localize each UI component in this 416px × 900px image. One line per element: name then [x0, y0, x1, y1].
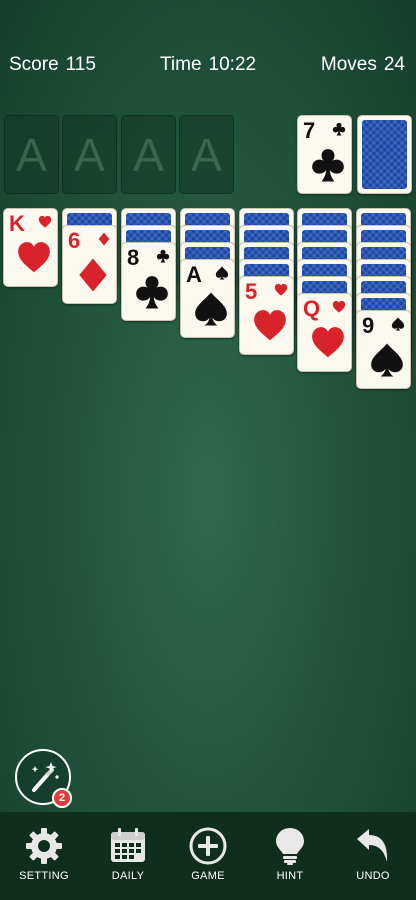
card-rank: 8 — [127, 245, 140, 270]
calendar-icon — [111, 828, 145, 862]
waste-card[interactable]: 7 — [297, 115, 352, 194]
tableau-card-col-2[interactable]: 6 — [62, 225, 117, 304]
card-rank: 6 — [68, 228, 81, 253]
time-display: Time 10:22 — [160, 54, 256, 76]
club-icon — [332, 122, 346, 136]
club-icon — [136, 276, 168, 309]
foundation-pile-3[interactable]: A — [121, 115, 176, 194]
magic-wand-badge: 2 — [52, 788, 72, 808]
hint-button[interactable]: HINT — [250, 812, 330, 892]
undo-button[interactable]: UNDO — [333, 812, 413, 892]
heart-icon — [332, 300, 346, 313]
hint-label: HINT — [276, 870, 304, 882]
foundation-pile-2[interactable]: A — [62, 115, 117, 194]
time-value: 10:22 — [208, 54, 257, 75]
undo-label: UNDO — [356, 870, 390, 882]
moves-display: Moves 24 — [321, 54, 405, 76]
card-rank: 9 — [362, 313, 375, 338]
plus-circle-icon — [189, 827, 227, 865]
card-rank: Q — [303, 296, 321, 321]
game-label: GAME — [191, 870, 225, 882]
score-value: 115 — [65, 54, 96, 75]
moves-label: Moves — [320, 54, 377, 75]
status-bar: Score 115 Time 10:22 Moves 24 — [0, 54, 416, 84]
card-rank: 5 — [245, 279, 258, 304]
spade-icon — [371, 343, 403, 377]
spade-icon — [215, 266, 229, 280]
tableau-card-col-4[interactable]: A — [180, 259, 235, 338]
bottom-nav: SETTING DAILY GAME HINT UNDO — [0, 812, 416, 900]
tableau-card-col-5[interactable]: 5 — [239, 276, 294, 355]
diamond-icon — [79, 258, 107, 292]
tableau-card-col-7[interactable]: 9 — [356, 310, 411, 389]
moves-value: 24 — [383, 54, 405, 75]
score-label: Score — [9, 54, 59, 75]
lightbulb-icon — [276, 828, 304, 865]
score-display: Score 115 — [9, 54, 96, 76]
undo-icon — [357, 829, 388, 862]
daily-label: DAILY — [111, 870, 145, 882]
card-rank: 7 — [303, 118, 316, 143]
heart-icon — [18, 242, 50, 273]
gear-icon — [26, 828, 62, 864]
foundation-pile-1[interactable]: A — [4, 115, 59, 194]
heart-icon — [254, 310, 286, 341]
heart-icon — [38, 215, 52, 228]
stock-pile[interactable] — [357, 115, 412, 194]
setting-button[interactable]: SETTING — [4, 812, 84, 892]
diamond-icon — [98, 232, 110, 246]
spade-icon — [391, 317, 405, 331]
heart-icon — [312, 327, 344, 358]
time-label: Time — [160, 54, 202, 75]
card-rank: A — [186, 262, 202, 287]
setting-label: SETTING — [19, 870, 69, 882]
game-button[interactable]: GAME — [168, 812, 248, 892]
club-icon — [312, 149, 344, 182]
tableau-card-col-3[interactable]: 8 — [121, 242, 176, 321]
club-icon — [156, 249, 170, 263]
foundation-pile-4[interactable]: A — [179, 115, 234, 194]
heart-icon — [274, 283, 288, 296]
tableau-card-col-1[interactable]: K — [3, 208, 58, 287]
spade-icon — [195, 292, 227, 326]
card-rank: K — [9, 211, 25, 236]
daily-button[interactable]: DAILY — [88, 812, 168, 892]
tableau-card-col-6[interactable]: Q — [297, 293, 352, 372]
